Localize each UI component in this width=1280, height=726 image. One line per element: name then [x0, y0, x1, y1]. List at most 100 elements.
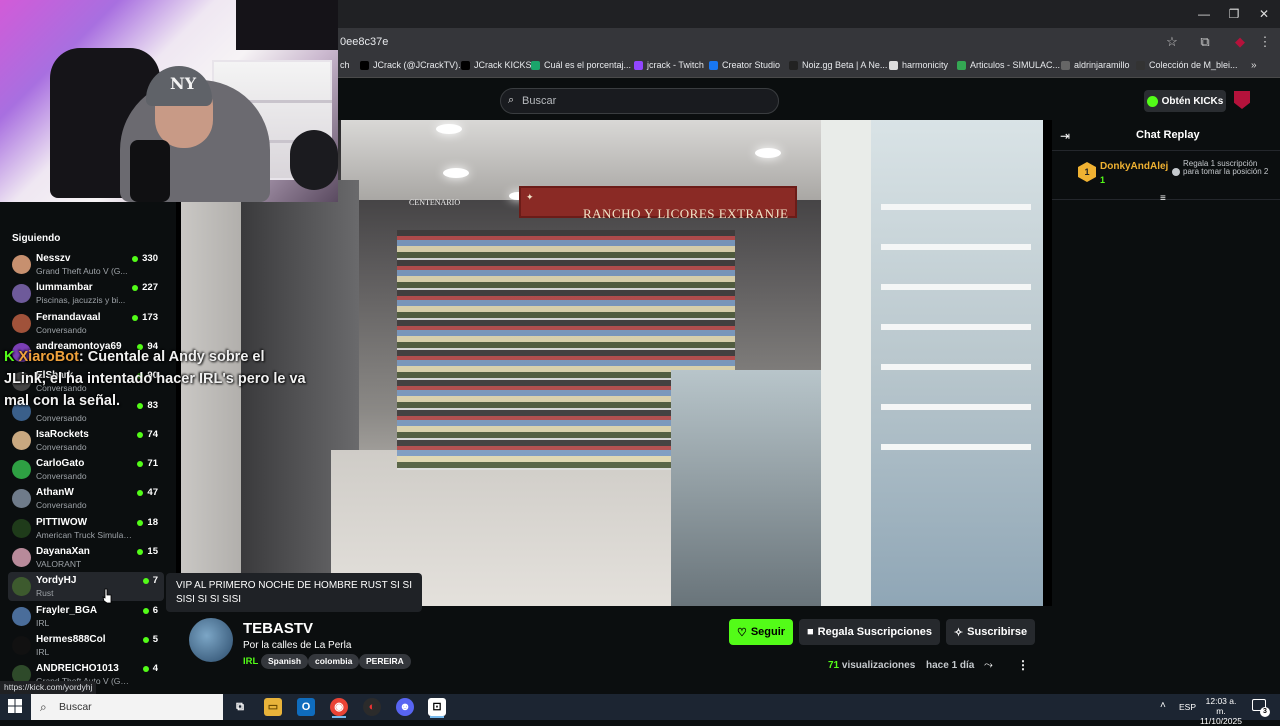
sidebar-channel[interactable]: lummambar Piscinas, jacuzzis y bi... 227: [8, 279, 164, 308]
live-dot-icon: [132, 314, 139, 321]
viewer-count: 6: [142, 605, 158, 616]
stream-title-tooltip: VIP AL PRIMERO NOCHE DE HOMBRE RUST SI S…: [166, 573, 422, 612]
maximize-button[interactable]: ❐: [1219, 4, 1249, 24]
viewer-number: 18: [147, 517, 158, 528]
channel-avatar: [12, 431, 31, 450]
channel-avatar: [12, 284, 31, 303]
bookmark-star-icon[interactable]: ☆: [1164, 34, 1180, 50]
sidebar-channel[interactable]: CarloGato Conversando 71: [8, 455, 164, 484]
notification-count: 3: [1260, 707, 1270, 717]
bookmark-label: Creator Studio: [722, 60, 781, 70]
capcut-icon[interactable]: ⊡: [428, 698, 446, 716]
webcam-microphone: [130, 140, 170, 202]
viewer-number: 83: [147, 400, 158, 411]
streamer-avatar[interactable]: [189, 618, 233, 662]
overlay-chat-text: : Cuentale al Andy sobre el: [78, 349, 265, 365]
bookmark-item[interactable]: aldrinjaramillo: [1061, 60, 1130, 70]
input-language[interactable]: ESP: [1179, 702, 1196, 712]
sidebar-channel[interactable]: IsaRockets Conversando 74: [8, 426, 164, 455]
video-shop-text: RANCHO Y LICORES EXTRANJE: [583, 206, 789, 221]
active-app-indicator: [332, 716, 346, 718]
sidebar-channel[interactable]: YordyHJ Rust 7: [8, 572, 164, 601]
file-explorer-icon[interactable]: ▭: [264, 698, 282, 716]
viewer-number: 227: [142, 282, 158, 293]
channel-category: Conversando: [36, 442, 87, 452]
bookmark-favicon-icon: [889, 60, 898, 70]
webcam-cap-logo: NY: [170, 74, 197, 93]
sidebar-channel[interactable]: Hermes888Col IRL 5: [8, 631, 164, 660]
channel-avatar: [12, 636, 31, 655]
subscribe-label: Suscribirse: [967, 626, 1028, 638]
bookmark-item[interactable]: Colección de M_blei...: [1136, 60, 1238, 70]
taskbar-search-placeholder: Buscar: [59, 701, 92, 713]
viewer-count: 47: [137, 487, 158, 498]
bookmark-favicon-icon: [789, 60, 798, 70]
expand-leaderboard-icon[interactable]: ≡: [1160, 193, 1166, 204]
bookmark-item[interactable]: Articulos - SIMULAC...: [957, 60, 1060, 70]
outlook-icon[interactable]: O: [297, 698, 315, 716]
chrome-icon[interactable]: ◉: [330, 698, 348, 716]
channel-category: IRL: [36, 618, 50, 628]
task-view-icon[interactable]: ⧉: [231, 698, 249, 716]
tag-pereira[interactable]: PEREIRA: [359, 654, 411, 669]
extensions-icon[interactable]: ⧉: [1197, 34, 1213, 50]
bookmark-item[interactable]: Noiz.gg Beta | A Ne...: [789, 60, 887, 70]
follow-button[interactable]: ♡ Seguir: [729, 619, 793, 645]
get-kicks-button[interactable]: Obtén KICKs: [1144, 90, 1226, 112]
viewer-count: 330: [132, 253, 158, 264]
gift-label: Regala Suscripciones: [817, 626, 932, 638]
channel-category: Conversando: [36, 500, 87, 510]
sidebar-channel[interactable]: Nesszv Grand Theft Auto V (G... 330: [8, 250, 164, 279]
obs-icon[interactable]: ◐: [363, 698, 381, 716]
gift-note[interactable]: Regala 1 suscripción para tomar la posic…: [1183, 160, 1271, 176]
tag-colombia[interactable]: colombia: [308, 654, 360, 669]
clock[interactable]: 12:03 a. m. 11/10/2025: [1200, 696, 1242, 726]
url-text[interactable]: 0ee8c37e: [340, 36, 388, 48]
browser-menu-icon[interactable]: ⋮: [1257, 34, 1273, 50]
minimize-button[interactable]: —: [1189, 4, 1219, 24]
clock-date: 11/10/2025: [1200, 716, 1242, 726]
bookmark-item[interactable]: Cuál es el porcentaj...: [531, 60, 631, 70]
sidebar-channel[interactable]: Fernandavaal Conversando 173: [8, 309, 164, 338]
discord-icon[interactable]: ☻: [396, 698, 414, 716]
close-button[interactable]: ✕: [1249, 4, 1279, 24]
viewer-count: 15: [137, 546, 158, 557]
streamer-name[interactable]: TEBASTV: [243, 620, 313, 637]
bookmark-item[interactable]: jcrack - Twitch: [634, 60, 704, 70]
channel-avatar: [12, 548, 31, 567]
share-icon[interactable]: ⤳: [984, 659, 993, 672]
search-icon: ⌕: [508, 94, 515, 106]
bookmark-item[interactable]: Creator Studio: [709, 60, 780, 70]
webcam-router: [236, 0, 338, 50]
sidebar-channel[interactable]: PITTIWOW American Truck Simulator 18: [8, 514, 164, 543]
live-dot-icon: [137, 460, 144, 467]
chat-divider: [1052, 150, 1280, 151]
viewer-number: 74: [147, 429, 158, 440]
bookmark-item[interactable]: JCrack (@JCrackTV)...: [360, 60, 466, 70]
bookmark-label: jcrack - Twitch: [647, 60, 704, 70]
stream-title: Por la calles de La Perla: [243, 640, 352, 651]
bookmark-label: aldrinjaramillo: [1074, 60, 1130, 70]
stream-category[interactable]: IRL: [243, 656, 258, 667]
subscribe-button[interactable]: ✧ Suscribirse: [946, 619, 1035, 645]
collapse-chat-icon[interactable]: ⇥: [1060, 129, 1070, 143]
bookmark-item[interactable]: JCrack KICKS: [461, 60, 532, 70]
bookmark-item[interactable]: harmonicity: [889, 60, 948, 70]
bookmark-favicon-icon: [360, 60, 369, 70]
more-bookmarks-icon[interactable]: »: [1251, 60, 1257, 71]
tag-spanish[interactable]: Spanish: [261, 654, 309, 669]
more-options-icon[interactable]: ⋮: [1017, 658, 1029, 672]
bookmark-item[interactable]: ch: [340, 60, 350, 70]
search-icon: ⌕: [40, 700, 47, 714]
tray-expand-icon[interactable]: ˄: [1160, 700, 1166, 711]
view-count: 71 visualizaciones: [828, 660, 915, 671]
sparkle-icon: ✧: [953, 626, 964, 639]
channel-name: lummambar: [36, 282, 93, 293]
gift-subs-button[interactable]: ■ Regala Suscripciones: [799, 619, 940, 645]
sidebar-channel[interactable]: DayanaXan VALORANT 15: [8, 543, 164, 572]
windows-start-icon[interactable]: [8, 699, 22, 713]
profile-icon[interactable]: ◆: [1232, 34, 1248, 50]
sidebar-channel[interactable]: AthanW Conversando 47: [8, 484, 164, 513]
top-donor-name[interactable]: DonkyAndAlej: [1100, 161, 1168, 172]
sidebar-channel[interactable]: Frayler_BGA IRL 6: [8, 602, 164, 631]
